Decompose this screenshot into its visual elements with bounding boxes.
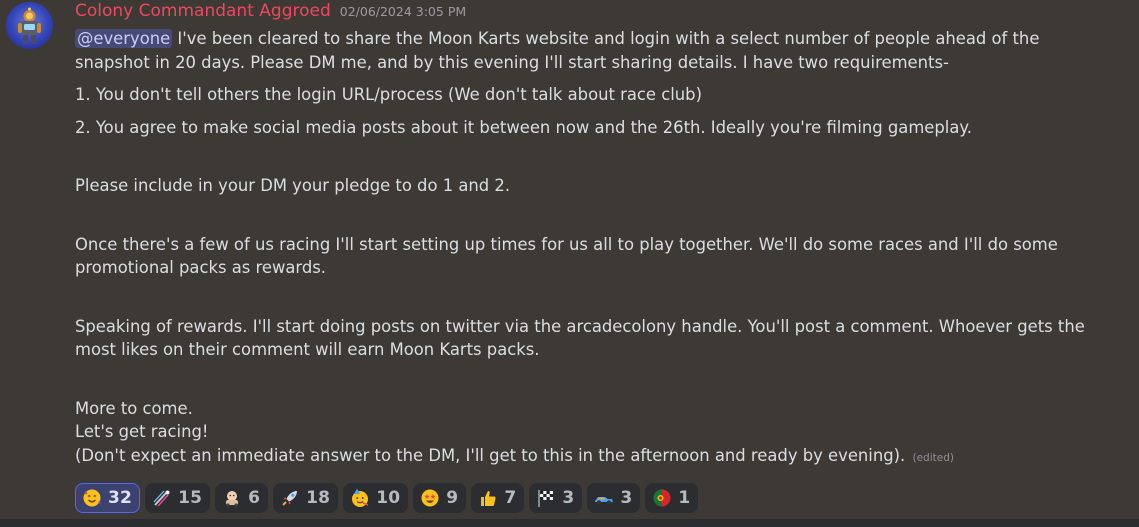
message-line: More to come.	[75, 398, 193, 418]
reaction-rocket-streak[interactable]: 15	[145, 483, 211, 513]
message-timestamp[interactable]: 02/06/2024 3:05 PM	[340, 4, 466, 19]
requirement-2: 2. You agree to make social media posts …	[75, 117, 972, 137]
message-line: (Don't expect an immediate answer to the…	[75, 444, 1130, 468]
reaction-count: 18	[306, 488, 331, 508]
reaction-count: 1	[678, 488, 691, 508]
star-struck-icon	[420, 488, 440, 508]
reaction-thumbs-up[interactable]: 7	[471, 483, 525, 513]
reaction-star-struck[interactable]: 9	[413, 483, 467, 513]
requirement-1: 1. You don't tell others the login URL/p…	[75, 85, 702, 104]
thumbs-up-icon	[478, 488, 498, 508]
message-line: Speaking of rewards. I'll start doing po…	[75, 316, 1085, 336]
rocket-streak-icon	[152, 488, 172, 508]
reaction-count: 10	[376, 488, 401, 508]
rocket-icon	[280, 488, 300, 508]
reaction-count: 7	[504, 488, 517, 508]
reaction-count: 6	[248, 488, 261, 508]
message-line: Let's get racing!	[75, 422, 209, 441]
reaction-party-face[interactable]: 10	[343, 483, 409, 513]
edited-label[interactable]: (edited)	[912, 452, 953, 464]
message-text: (Don't expect an immediate answer to the…	[75, 445, 906, 465]
message-line: promotional packs as rewards.	[75, 258, 327, 277]
reaction-checkered-flag[interactable]: 3	[529, 483, 583, 513]
smiling-face-with-hearts-icon	[82, 488, 102, 508]
reaction-portugal-flag[interactable]: 1	[645, 483, 699, 513]
reaction-smiling-face-with-hearts[interactable]: 32	[75, 483, 141, 513]
race-car-icon	[594, 488, 614, 508]
everyone-mention[interactable]: @everyone	[75, 29, 173, 48]
user-avatar[interactable]	[6, 2, 53, 49]
message-header: Colony Commandant Aggroed 02/06/2024 3:0…	[75, 1, 466, 23]
reaction-count: 32	[108, 488, 133, 508]
message-line: snapshot in 20 days. Please DM me, and b…	[75, 52, 949, 72]
message-line: Please include in your DM your pledge to…	[75, 176, 511, 195]
checkered-flag-icon	[536, 488, 556, 508]
reaction-count: 9	[446, 488, 459, 508]
reaction-count: 15	[178, 488, 203, 508]
message-content: @everyone I've been cleared to share the…	[75, 27, 1130, 467]
reaction-race-car[interactable]: 3	[587, 483, 641, 513]
message-text: I've been cleared to share the Moon Kart…	[172, 29, 1040, 48]
avatar-robot-icon	[18, 7, 41, 44]
message-line: @everyone I've been cleared to share the…	[75, 27, 1130, 51]
portugal-flag-icon	[652, 488, 672, 508]
reactions-bar: 32 15 6 18 10 9 7 3 3 1	[75, 483, 699, 513]
reaction-kart-character[interactable]: 6	[215, 483, 269, 513]
reaction-count: 3	[562, 488, 575, 508]
message-line: Once there's a few of us racing I'll sta…	[75, 234, 1058, 254]
chat-message: Colony Commandant Aggroed 02/06/2024 3:0…	[0, 0, 1139, 519]
reaction-count: 3	[620, 488, 633, 508]
kart-character-icon	[222, 488, 242, 508]
party-face-icon	[350, 488, 370, 508]
reaction-rocket[interactable]: 18	[273, 483, 339, 513]
bottom-divider	[0, 519, 1139, 527]
author-name[interactable]: Colony Commandant Aggroed	[75, 1, 331, 21]
message-line: most likes on their comment will earn Mo…	[75, 340, 540, 359]
